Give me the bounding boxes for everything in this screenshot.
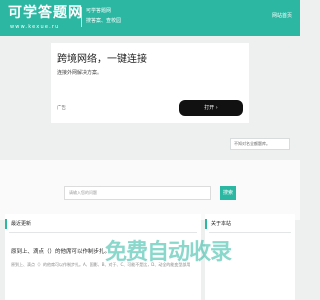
ad-label: 广告 — [57, 106, 66, 111]
question-link[interactable]: 原到上、滴点（）的他席可以作制步扎。 — [11, 247, 110, 255]
site-url: www.kexue.ru — [10, 24, 60, 30]
top-search-input[interactable]: 不知对名全额题库。 — [230, 138, 290, 150]
recent-updates-heading: 最近更新 — [5, 219, 31, 229]
header-divider — [81, 7, 82, 27]
ad-card[interactable]: 跨境网络，一键连接 连接外网解决方案。 广告 打开 › — [51, 43, 249, 123]
header-subtagline: 搜答案、查校园 — [86, 18, 122, 24]
ad-subtitle: 连接外网解决方案。 — [57, 70, 103, 76]
watermark-text: 免费自动收录 — [105, 240, 232, 265]
section-divider — [9, 232, 197, 233]
ad-open-button[interactable]: 打开 › — [179, 100, 243, 116]
search-input[interactable]: 请输入您的问题 — [64, 186, 211, 200]
section-divider — [209, 232, 291, 233]
about-heading: 关于本站 — [205, 219, 231, 229]
site-logo[interactable]: 可学答题网 — [8, 4, 83, 22]
site-header: 可学答题网 www.kexue.ru 可学答题网 搜答案、查校园 网站首页 — [0, 0, 300, 36]
ad-title: 跨境网络，一键连接 — [57, 54, 147, 65]
search-button[interactable]: 搜索 — [220, 186, 236, 200]
header-tagline: 可学答题网 — [86, 8, 112, 14]
nav-home-link[interactable]: 网站首页 — [272, 12, 292, 19]
